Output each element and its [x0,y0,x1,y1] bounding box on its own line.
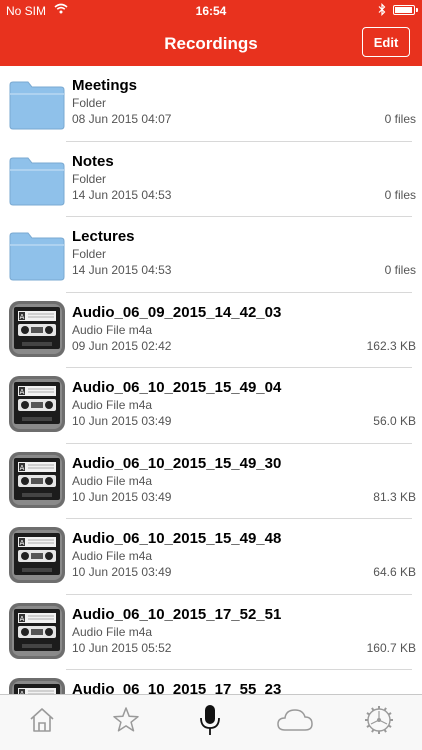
folder-icon [8,224,66,282]
cassette-icon: A [8,677,66,694]
item-kind: Audio File m4a [72,549,153,563]
item-size: 160.7 KB [366,640,416,655]
item-date: 10 Jun 2015 03:49 [72,489,172,504]
item-name: Audio_06_09_2015_14_42_03 [72,303,282,321]
svg-text:A: A [20,465,25,472]
item-name: Meetings [72,77,138,94]
cassette-icon: A [8,602,66,660]
navigation-bar: No SIM 16:54 Recordings Edit [0,0,422,66]
item-size: 0 files [384,263,416,277]
item-kind: Audio File m4a [72,473,153,488]
tab-star[interactable] [109,705,143,739]
item-kind: Folder [72,247,107,261]
item-kind: Audio File m4a [72,624,153,639]
battery-icon [393,5,418,15]
item-name: Notes [72,152,114,170]
page-title: Recordings [164,34,258,53]
cloud-icon [276,706,314,739]
item-date: 14 Jun 2015 04:53 [72,263,172,277]
item-date: 09 Jun 2015 02:42 [72,338,172,353]
item-size: 0 files [384,187,416,202]
folder-icon [8,73,66,131]
item-date: 14 Jun 2015 04:53 [72,187,172,202]
cassette-icon: A [8,451,66,509]
recording-row[interactable]: A Audio_06_10_2015_15_49_04 Audio File m4a… [0,368,422,444]
cassette-icon: A [8,526,66,584]
tab-home[interactable] [25,705,59,739]
item-date: 08 Jun 2015 04:07 [72,112,172,126]
svg-text:A: A [20,540,25,547]
cassette-icon: A [8,375,66,433]
item-date: 10 Jun 2015 03:49 [72,565,172,579]
item-size: 64.6 KB [373,565,416,579]
item-kind: Folder [72,171,107,186]
item-date: 10 Jun 2015 03:49 [72,414,172,428]
recording-row[interactable]: A Audio_06_10_2015_17_52_51 Audio File m4a… [0,595,422,670]
item-kind: Audio File m4a [72,398,153,412]
item-name: Audio_06_10_2015_15_49_30 [72,454,282,472]
tab-settings[interactable] [362,705,396,739]
item-size: 0 files [384,112,416,126]
folder-row[interactable]: Notes Folder 14 Jun 2015 04:53 0 files [0,142,422,217]
folder-icon [8,149,66,207]
status-bar: No SIM 16:54 [0,0,422,22]
microphone-icon [195,703,225,742]
item-size: 81.3 KB [373,489,416,504]
tab-microphone[interactable] [193,703,227,742]
item-size: 162.3 KB [366,338,416,353]
svg-text:A: A [20,616,25,623]
folder-row[interactable]: Lectures Folder 14 Jun 2015 04:53 0 files [0,217,422,293]
item-kind: Folder [72,96,107,110]
edit-button[interactable]: Edit [362,27,410,57]
home-icon [27,705,57,740]
folder-row[interactable]: Meetings Folder 08 Jun 2015 04:07 0 files [0,66,422,142]
settings-icon [364,705,394,740]
item-name: Audio_06_10_2015_17_52_51 [72,605,282,623]
tab-cloud[interactable] [276,705,314,739]
item-name: Lectures [72,228,135,245]
status-time: 16:54 [195,4,227,18]
recording-row[interactable]: A Audio_06_10_2015_15_49_30 Audio File m4a… [0,444,422,519]
recordings-list: Meetings Folder 08 Jun 2015 04:07 0 files No… [0,66,422,694]
bluetooth-icon [378,3,386,16]
recording-row[interactable]: A Audio_06_09_2015_14_42_03 Audio File m4a… [0,293,422,368]
svg-text:A: A [20,389,25,396]
cassette-icon: A [8,300,66,358]
item-size: 56.0 KB [373,414,416,428]
recording-row[interactable]: A Audio_06_10_2015_17_55_23 [0,670,422,694]
item-name: Audio_06_10_2015_17_55_23 [72,681,282,694]
item-name: Audio_06_10_2015_15_49_04 [72,379,282,396]
svg-text:A: A [20,314,25,321]
item-kind: Audio File m4a [72,322,153,337]
item-date: 10 Jun 2015 05:52 [72,640,172,655]
tab-bar [0,694,422,750]
item-name: Audio_06_10_2015_15_49_48 [72,530,282,547]
star-icon [111,705,141,740]
recording-row[interactable]: A Audio_06_10_2015_15_49_48 Audio File m4a… [0,519,422,595]
